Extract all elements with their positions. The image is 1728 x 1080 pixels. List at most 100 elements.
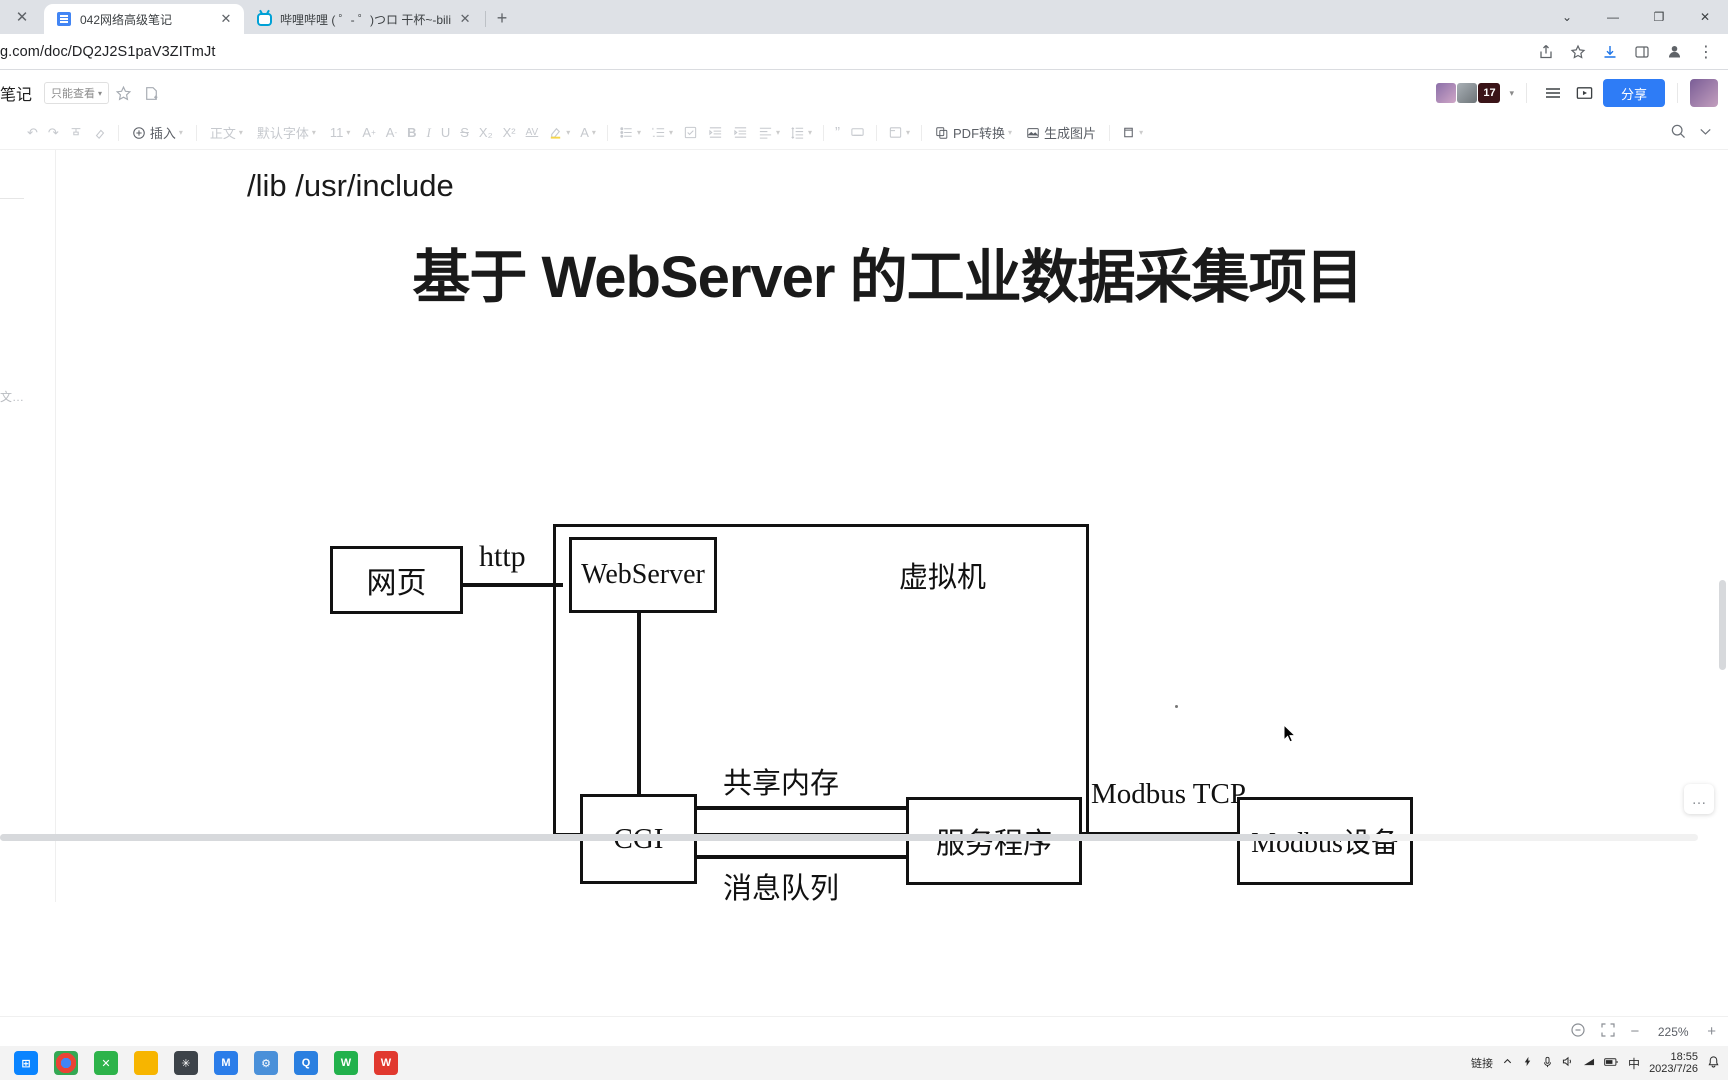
address-bar[interactable]: g.com/doc/DQ2J2S1paV3ZITmJt ⋮ xyxy=(0,34,1728,70)
paragraph-style-select[interactable]: 正文 ▾ xyxy=(203,121,250,145)
sidepanel-icon[interactable] xyxy=(1628,38,1656,66)
taskbar-clock[interactable]: 18:55 2023/7/26 xyxy=(1649,1051,1698,1075)
chrome-menu-icon[interactable]: ⋮ xyxy=(1692,38,1720,66)
close-icon[interactable]: ✕ xyxy=(457,11,473,27)
strikethrough-button[interactable]: S xyxy=(455,121,474,145)
checkbox-list-icon[interactable] xyxy=(678,121,703,145)
taskbar-item-wps-green[interactable]: W xyxy=(326,1048,366,1078)
align-icon[interactable]: ▾ xyxy=(753,121,785,145)
insert-button[interactable]: 插入 ▾ xyxy=(125,121,190,145)
fit-width-icon[interactable] xyxy=(1570,1022,1586,1041)
bookmark-star-icon[interactable] xyxy=(1564,38,1592,66)
zoom-out-button[interactable]: − xyxy=(1630,1023,1639,1040)
menu-icon[interactable] xyxy=(1539,79,1567,107)
rail-divider xyxy=(0,198,24,199)
char-spacing-button[interactable]: AV xyxy=(521,121,544,145)
zoom-in-button[interactable]: + xyxy=(1707,1023,1716,1040)
mic-icon[interactable] xyxy=(1542,1056,1553,1071)
undo-button[interactable]: ↶ xyxy=(22,121,43,145)
browser-tab-title: 042网络高级笔记 xyxy=(80,12,173,27)
indent-decrease-icon[interactable] xyxy=(703,121,728,145)
quote-button[interactable]: ” xyxy=(830,121,845,145)
underline-button[interactable]: U xyxy=(436,121,455,145)
notification-icon[interactable] xyxy=(1707,1055,1720,1071)
document-page[interactable]: /lib /usr/include 基于 WebServer 的工业数据采集项目… xyxy=(57,150,1718,902)
volume-icon[interactable] xyxy=(1562,1056,1574,1070)
battery-icon[interactable] xyxy=(1604,1057,1619,1070)
present-icon[interactable] xyxy=(1571,79,1599,107)
taskbar-item-mozilla[interactable]: M xyxy=(206,1048,246,1078)
header-actions: 17 ▾ 分享 xyxy=(1436,79,1718,107)
add-page-icon[interactable] xyxy=(137,79,165,107)
new-tab-button[interactable]: + xyxy=(488,4,516,32)
close-icon[interactable]: ✕ xyxy=(218,11,234,27)
bold-button[interactable]: B xyxy=(402,121,421,145)
avatar xyxy=(1457,83,1478,103)
superscript-button[interactable]: X² xyxy=(498,121,521,145)
chevron-up-icon[interactable] xyxy=(1502,1056,1513,1070)
decrease-font-size-button[interactable]: A- xyxy=(381,121,402,145)
highlighter-icon[interactable]: ▾ xyxy=(543,121,575,145)
tab-close-leftmost[interactable]: ✕ xyxy=(0,0,44,34)
font-size-select[interactable]: 11 ▾ xyxy=(323,121,358,145)
font-family-select[interactable]: 默认字体 ▾ xyxy=(250,121,323,145)
italic-button[interactable]: I xyxy=(422,121,436,145)
chevron-down-icon[interactable]: ⌄ xyxy=(1544,0,1590,34)
share-button[interactable]: 分享 xyxy=(1602,79,1665,107)
browser-tab-0[interactable]: 042网络高级笔记 ✕ xyxy=(44,4,244,34)
share-icon[interactable] xyxy=(1532,38,1560,66)
wps-green-icon: W xyxy=(334,1051,358,1075)
divider xyxy=(823,124,824,141)
font-color-button[interactable]: A ▾ xyxy=(575,121,601,145)
profile-icon[interactable] xyxy=(1660,38,1688,66)
taskbar-item-chrome[interactable] xyxy=(46,1048,86,1078)
indent-increase-icon[interactable] xyxy=(728,121,753,145)
taskbar-item-qq[interactable]: Q xyxy=(286,1048,326,1078)
download-icon[interactable] xyxy=(1596,38,1624,66)
bullet-list-icon[interactable]: ▾ xyxy=(614,121,646,145)
diagram-label-http: http xyxy=(479,540,526,573)
line-spacing-icon[interactable]: ▾ xyxy=(785,121,817,145)
more-tools-icon[interactable]: ▾ xyxy=(1116,121,1148,145)
vertical-scrollbar[interactable] xyxy=(1719,580,1726,670)
fullscreen-icon[interactable] xyxy=(1600,1022,1616,1041)
generate-image-button[interactable]: 生成图片 xyxy=(1019,121,1103,145)
avatar[interactable] xyxy=(1690,79,1718,107)
clear-format-icon[interactable] xyxy=(88,121,112,145)
lightning-icon[interactable] xyxy=(1522,1056,1533,1070)
document-left-rail: 文… xyxy=(0,150,56,902)
ime-cn-icon[interactable]: 中 xyxy=(1628,1055,1640,1072)
chevron-down-icon[interactable] xyxy=(1697,123,1714,143)
more-options-button[interactable]: … xyxy=(1684,784,1714,814)
star-icon[interactable] xyxy=(109,79,137,107)
start-button[interactable]: ⊞ xyxy=(6,1048,46,1078)
diagram-node-webserver: WebServer xyxy=(569,537,717,613)
taskbar-item-wps-red[interactable]: W xyxy=(366,1048,406,1078)
minimize-button[interactable]: — xyxy=(1590,0,1636,34)
format-painter-icon[interactable] xyxy=(64,121,88,145)
close-window-button[interactable]: ✕ xyxy=(1682,0,1728,34)
chevron-down-icon: ▾ xyxy=(1139,128,1144,137)
taskbar-item-xmind[interactable]: ✕ xyxy=(86,1048,126,1078)
ime-link-label[interactable]: 链接 xyxy=(1471,1055,1493,1071)
pdf-convert-button[interactable]: PDF转换 ▾ xyxy=(928,121,1019,145)
browser-tab-1[interactable]: 哔哩哔哩 ( ゜- ゜)つロ 干杯~-bili ✕ xyxy=(244,4,484,34)
permission-badge[interactable]: 只能查看 ▾ xyxy=(44,82,110,104)
maximize-button[interactable]: ❐ xyxy=(1636,0,1682,34)
scrollbar-thumb[interactable] xyxy=(0,834,1370,841)
divider-icon[interactable] xyxy=(845,121,870,145)
collaborator-avatars[interactable]: 17 xyxy=(1436,83,1501,103)
increase-font-size-button[interactable]: A + xyxy=(357,121,380,145)
taskbar-item-tools[interactable]: ⚙ xyxy=(246,1048,286,1078)
subscript-button[interactable]: X₂ xyxy=(474,121,498,145)
horizontal-scrollbar[interactable] xyxy=(0,830,1718,844)
chevron-down-icon[interactable]: ▾ xyxy=(1509,88,1514,99)
page-setup-icon[interactable]: ▾ xyxy=(883,121,915,145)
taskbar-item-explorer[interactable] xyxy=(126,1048,166,1078)
search-icon[interactable] xyxy=(1670,123,1687,143)
taskbar-item-vmware[interactable]: ✳ xyxy=(166,1048,206,1078)
chrome-icon xyxy=(54,1051,78,1075)
redo-button[interactable]: ↷ xyxy=(43,121,64,145)
network-icon[interactable] xyxy=(1583,1056,1595,1070)
numbered-list-icon[interactable]: ▾ xyxy=(646,121,678,145)
